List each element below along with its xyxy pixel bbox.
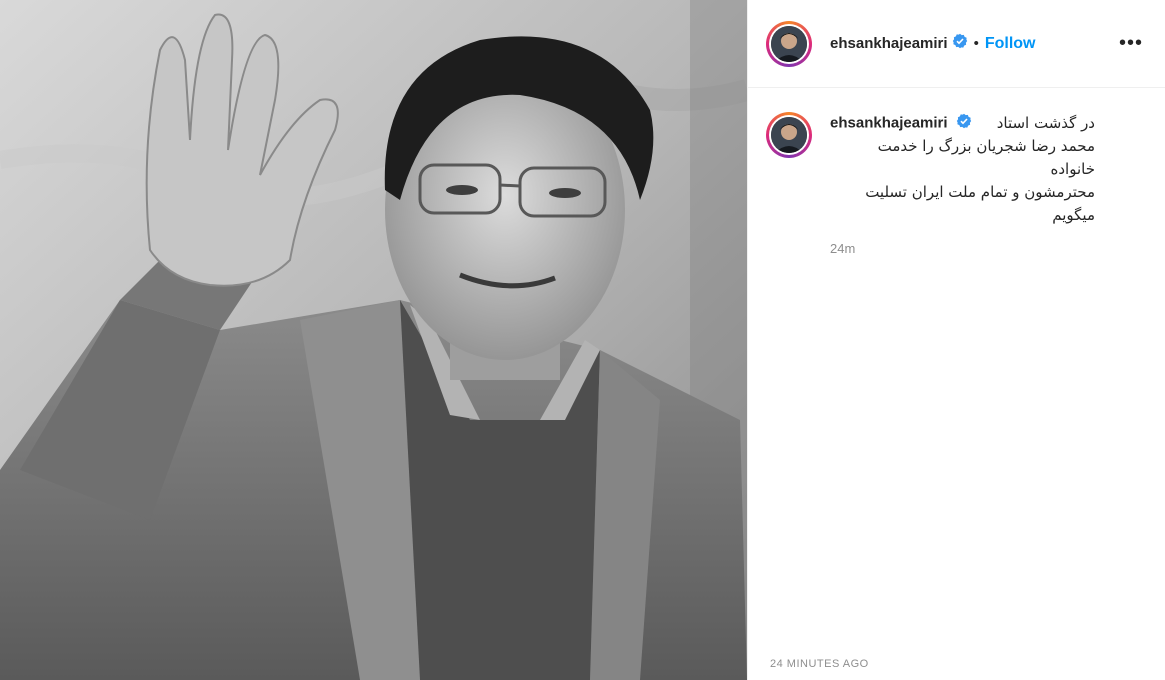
caption-verified-badge-icon: [956, 113, 972, 134]
caption-line-3: محترمشون و تمام ملت ایران تسلیت: [865, 183, 1095, 201]
caption-avatar-image: [771, 117, 807, 153]
caption-relative-time[interactable]: 24m: [830, 241, 1095, 256]
caption-text-column: ehsankhajeamiri در گذشت استاد محمد رضا ش…: [830, 112, 1095, 256]
avatar-portrait: [771, 25, 807, 62]
follow-button[interactable]: Follow: [985, 35, 1036, 53]
post-header: ehsankhajeamiri • Follow •••: [748, 0, 1165, 88]
post-sidebar: ehsankhajeamiri • Follow ••• ehsankhajea…: [747, 0, 1165, 680]
avatar-border: [769, 23, 809, 64]
more-options-icon[interactable]: •••: [1119, 32, 1147, 55]
caption-avatar-portrait: [771, 117, 807, 153]
caption-avatar-border: [769, 115, 809, 155]
caption-user: ehsankhajeamiri: [830, 113, 972, 134]
verified-badge-icon: [952, 33, 968, 54]
caption-username-link[interactable]: ehsankhajeamiri: [830, 115, 948, 132]
post-timestamp[interactable]: 24 MINUTES AGO: [770, 658, 869, 670]
post-caption: ehsankhajeamiri در گذشت استاد محمد رضا ش…: [748, 88, 1165, 256]
photo-illustration: [0, 0, 747, 680]
separator-dot: •: [973, 35, 979, 52]
avatar-image: [771, 25, 807, 62]
caption-avatar[interactable]: [766, 112, 812, 158]
avatar[interactable]: [766, 20, 812, 67]
post-photo[interactable]: [0, 0, 747, 680]
username-link[interactable]: ehsankhajeamiri: [830, 35, 948, 52]
caption-line-2: محمد رضا شجریان بزرگ را خدمت خانواده: [877, 137, 1095, 178]
caption-line-4: میگویم: [1052, 206, 1095, 224]
instagram-post: ehsankhajeamiri • Follow ••• ehsankhajea…: [0, 0, 1165, 680]
caption-first-line: ehsankhajeamiri در گذشت استاد: [830, 112, 1095, 135]
caption-line-1: در گذشت استاد: [996, 114, 1095, 132]
